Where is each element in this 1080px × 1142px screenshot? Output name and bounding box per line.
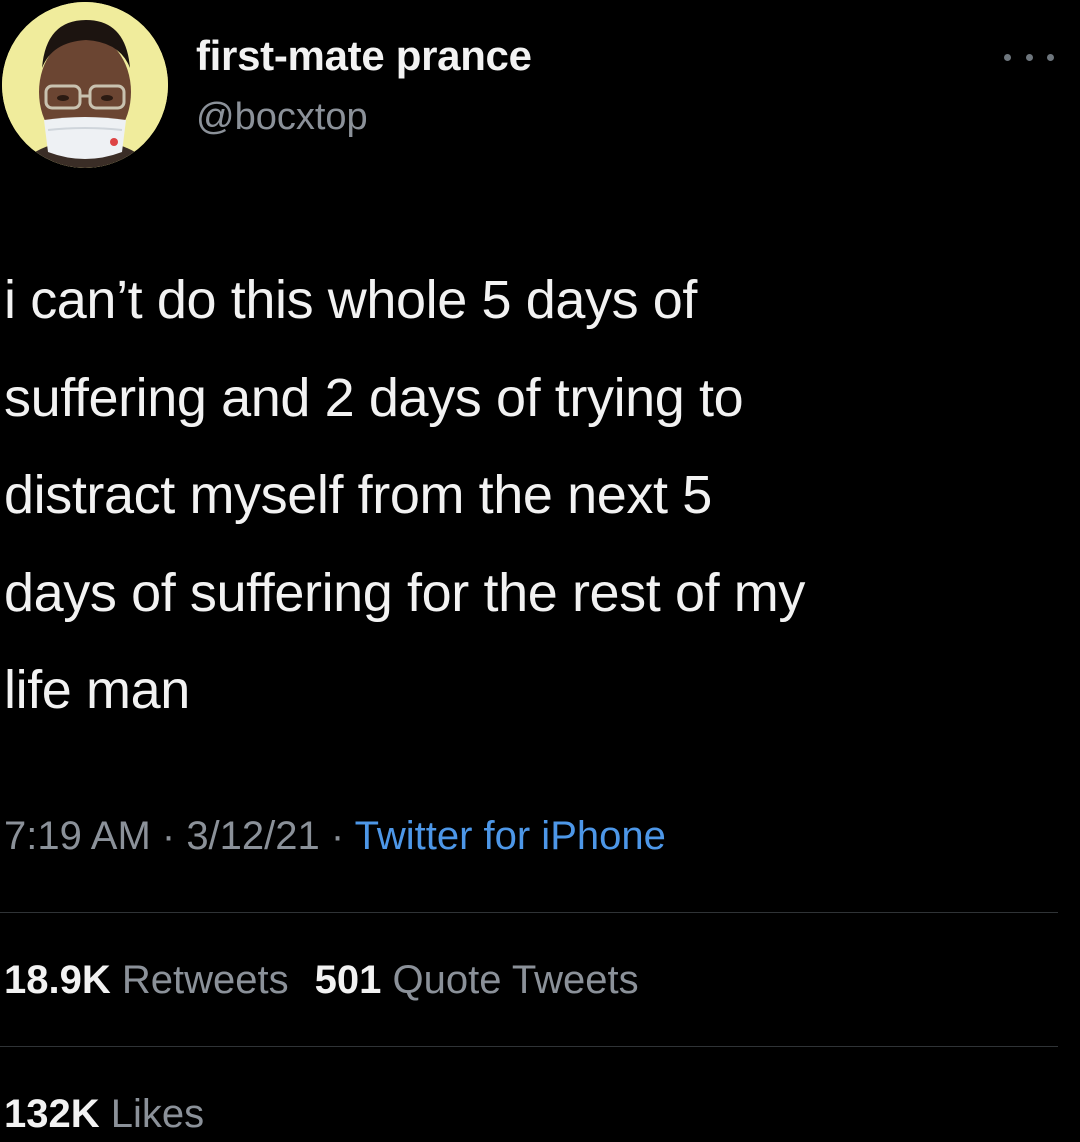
retweets-label: Retweets — [121, 958, 289, 1002]
likes-count: 132K — [4, 1092, 100, 1136]
meta-separator: · — [319, 814, 355, 858]
tweet-time[interactable]: 7:19 AM — [4, 814, 151, 858]
likes-stats: 132K Likes — [4, 1092, 230, 1137]
avatar-image — [2, 2, 168, 168]
more-dot — [1025, 53, 1033, 61]
quote-tweets-count: 501 — [314, 958, 382, 1002]
tweet-text: i can’t do this whole 5 days of sufferin… — [4, 270, 805, 720]
user-handle[interactable]: @bocxtop — [196, 96, 368, 139]
user-avatar[interactable] — [2, 2, 168, 168]
more-dot — [1004, 53, 1011, 61]
meta-separator: · — [150, 814, 187, 858]
likes-stat[interactable]: 132K Likes — [4, 1092, 204, 1136]
likes-label: Likes — [110, 1092, 205, 1136]
retweets-count: 18.9K — [4, 958, 111, 1002]
engagement-stats: 18.9K Retweets 501 Quote Tweets — [4, 958, 665, 1003]
quote-tweets-label: Quote Tweets — [392, 958, 639, 1002]
divider — [0, 912, 1058, 913]
quote-tweets-stat[interactable]: 501 Quote Tweets — [315, 958, 639, 1002]
more-options-icon[interactable] — [1004, 42, 1054, 72]
divider — [0, 1046, 1058, 1047]
display-name[interactable]: first-mate prance — [196, 32, 532, 80]
retweets-stat[interactable]: 18.9K Retweets — [4, 958, 289, 1002]
tweet-date[interactable]: 3/12/21 — [186, 814, 319, 858]
more-dot — [1047, 53, 1054, 61]
tweet-card: first-mate prance @bocxtop i can’t do th… — [0, 0, 1080, 1142]
tweet-meta: 7:19 AM · 3/12/21 · Twitter for iPhone — [4, 814, 666, 859]
tweet-source-link[interactable]: Twitter for iPhone — [355, 814, 666, 858]
